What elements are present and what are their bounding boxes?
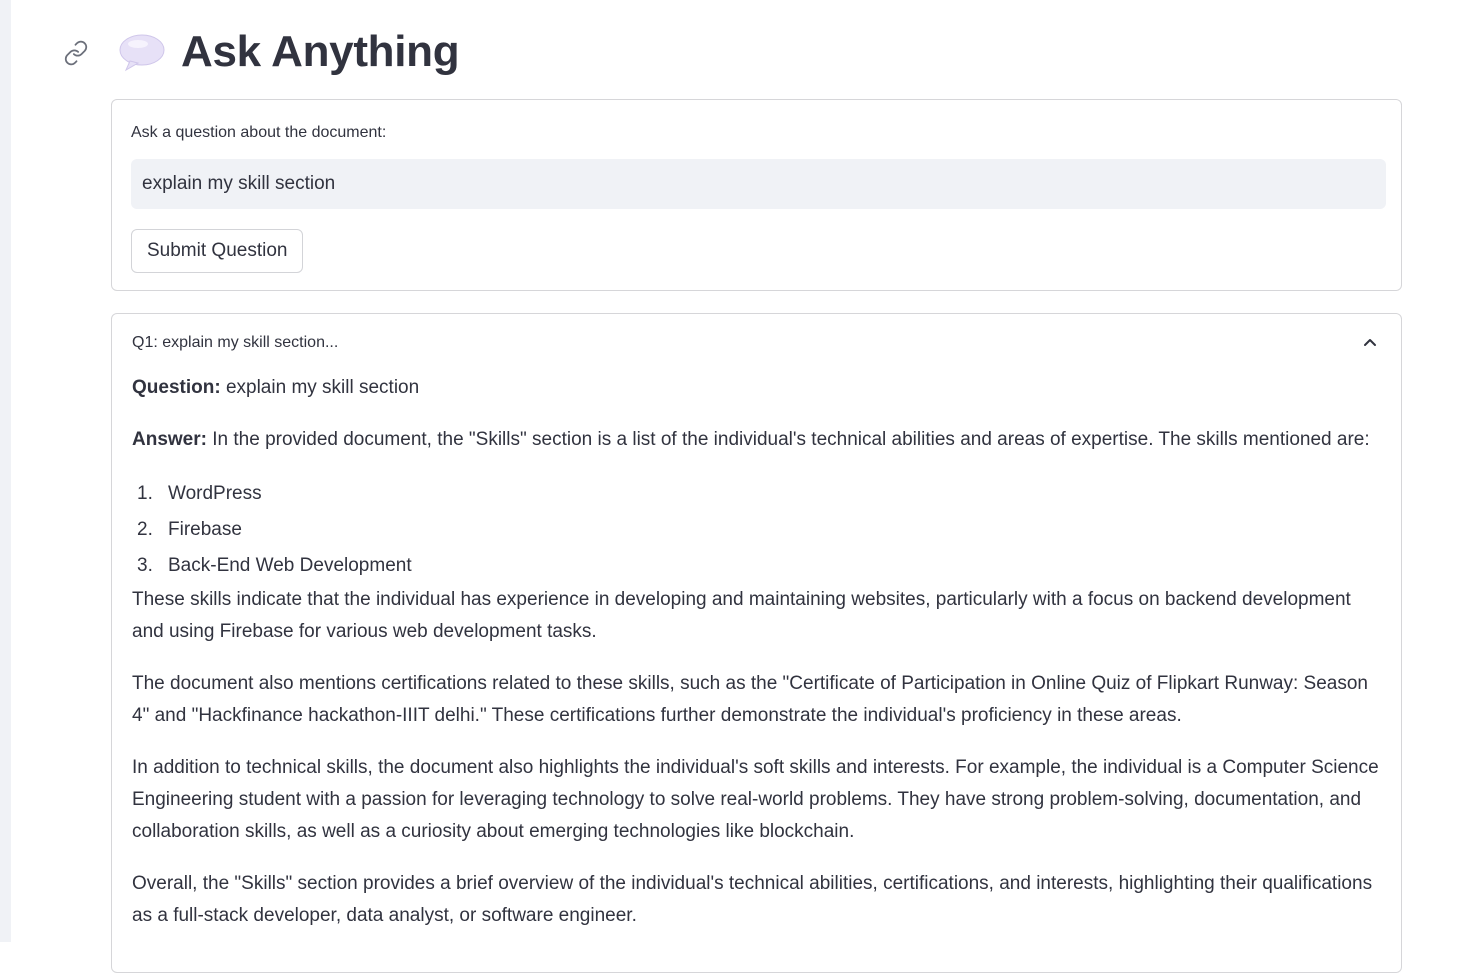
question-line: Question: explain my skill section	[132, 372, 1387, 404]
answer-paragraph: The document also mentions certification…	[132, 673, 1369, 726]
answer-paragraph: These skills indicate that the individua…	[132, 589, 1351, 642]
list-item-text: Back-End Web Development	[168, 555, 412, 576]
list-item-number: 1.	[137, 483, 153, 504]
answer-intro: In the provided document, the "Skills" s…	[206, 429, 1370, 450]
list-item: 1. WordPress	[132, 476, 1387, 512]
chevron-up-icon[interactable]	[1361, 334, 1379, 352]
expander-header[interactable]: Q1: explain my skill section...	[112, 314, 1401, 372]
page-title: Ask Anything	[181, 27, 460, 76]
question-input[interactable]	[131, 159, 1386, 209]
question-form: Ask a question about the document: Submi…	[111, 99, 1402, 291]
sidebar-edge	[0, 0, 11, 942]
page-header: Ask Anything	[118, 22, 460, 82]
list-item-number: 2.	[137, 519, 153, 540]
skills-list: 1. WordPress 2. Firebase 3. Back-End Web De…	[132, 476, 1387, 584]
answer-line: Answer: In the provided document, the "S…	[132, 424, 1387, 456]
answer-paragraph: Overall, the "Skills" section provides a…	[132, 873, 1373, 926]
expander-title: Q1: explain my skill section...	[132, 334, 339, 351]
list-item-text: WordPress	[168, 483, 262, 504]
expander-body: Question: explain my skill section Answe…	[132, 372, 1387, 952]
submit-question-button[interactable]: Submit Question	[131, 229, 304, 273]
answer-label: Answer:	[132, 429, 207, 450]
list-item-number: 3.	[137, 555, 153, 576]
list-item: 3. Back-End Web Development	[132, 548, 1387, 584]
answer-paragraph: In addition to technical skills, the doc…	[132, 757, 1379, 842]
question-label: Question:	[132, 377, 221, 398]
qa-expander: Q1: explain my skill section... Question…	[111, 313, 1402, 973]
link-icon[interactable]	[63, 40, 89, 66]
question-text: explain my skill section	[220, 377, 420, 398]
speech-bubble-icon	[119, 34, 165, 72]
list-item: 2. Firebase	[132, 512, 1387, 548]
question-input-label: Ask a question about the document:	[131, 124, 387, 141]
list-item-text: Firebase	[168, 519, 242, 540]
